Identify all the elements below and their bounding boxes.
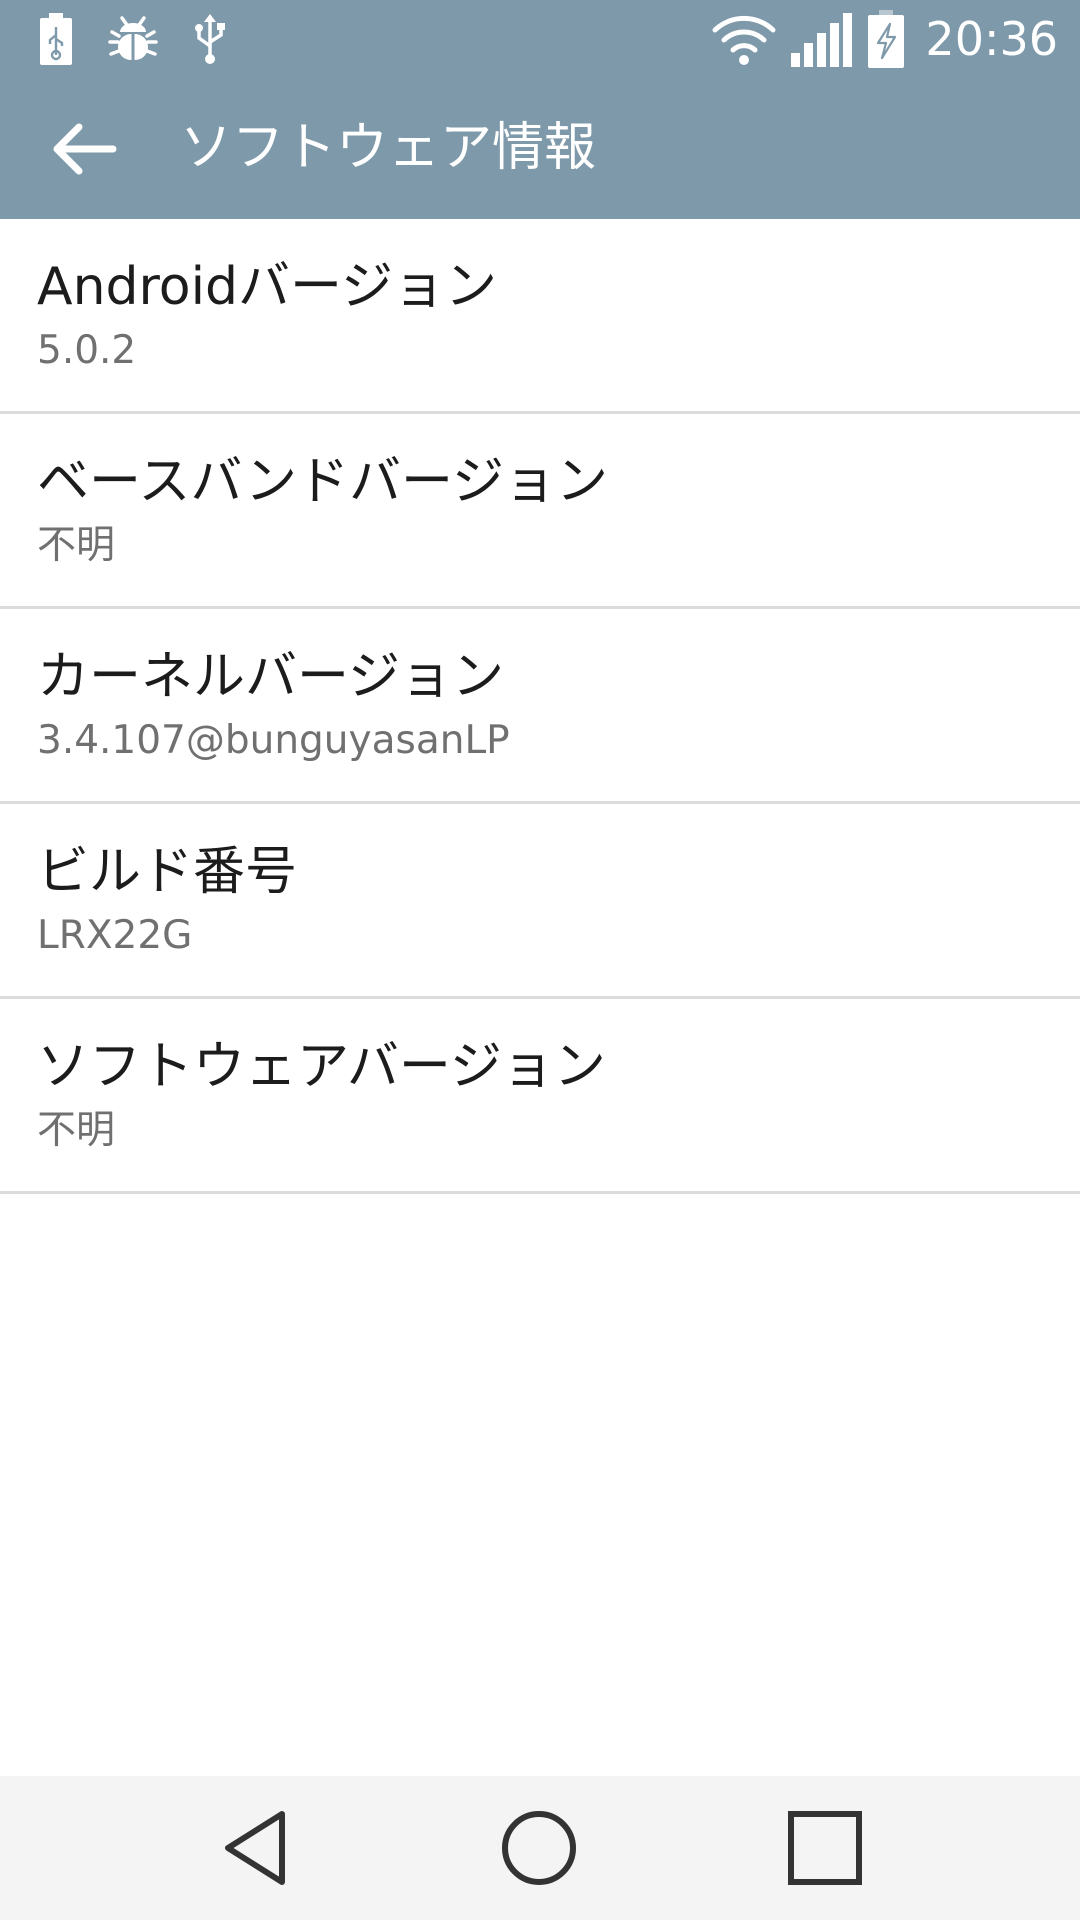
- list-item-kernel-version[interactable]: カーネルバージョン 3.4.107@bunguyasanLP: [0, 609, 1080, 804]
- software-info-list: Androidバージョン 5.0.2 ベースバンドバージョン 不明 カーネルバー…: [0, 219, 1080, 1194]
- top-bar: 20:36 ソフトウェア情報: [0, 0, 1080, 219]
- wifi-icon: [712, 15, 776, 65]
- list-item-value: LRX22G: [37, 913, 193, 958]
- list-item-title: カーネルバージョン: [37, 647, 504, 707]
- list-item-title: ベースバンドバージョン: [37, 452, 608, 512]
- settings-screen: 20:36 ソフトウェア情報 Androidバージョン 5.0.2 ベースバンド…: [0, 0, 1080, 1920]
- battery-charging-icon: [868, 10, 905, 68]
- list-item-baseband-version[interactable]: ベースバンドバージョン 不明: [0, 414, 1080, 609]
- list-item-value: 不明: [37, 523, 116, 568]
- list-item-android-version[interactable]: Androidバージョン 5.0.2: [0, 219, 1080, 414]
- bug-icon: [108, 16, 158, 60]
- list-item-title: Androidバージョン: [37, 257, 498, 317]
- nav-home-icon: [502, 1811, 576, 1885]
- page-title: ソフトウェア情報: [180, 118, 597, 178]
- nav-recents-icon: [788, 1811, 862, 1885]
- action-bar: ソフトウェア情報: [0, 78, 1080, 219]
- arrow-back-icon: [53, 123, 117, 175]
- battery-usb-icon: [40, 13, 72, 65]
- signal-icon: [791, 13, 853, 67]
- nav-back-button[interactable]: [205, 1798, 305, 1898]
- status-clock: 20:36: [925, 12, 1058, 66]
- list-item-value: 5.0.2: [37, 328, 137, 373]
- nav-recents-button[interactable]: [775, 1798, 875, 1898]
- status-bar: 20:36: [0, 0, 1080, 78]
- nav-home-button[interactable]: [489, 1798, 589, 1898]
- list-item-build-number[interactable]: ビルド番号 LRX22G: [0, 804, 1080, 999]
- back-button[interactable]: [38, 114, 128, 184]
- list-item-software-version[interactable]: ソフトウェアバージョン 不明: [0, 999, 1080, 1194]
- list-item-value: 3.4.107@bunguyasanLP: [37, 718, 510, 763]
- nav-back-icon: [225, 1811, 285, 1885]
- navigation-bar: [0, 1776, 1080, 1920]
- usb-icon: [195, 14, 225, 64]
- list-item-title: ソフトウェアバージョン: [37, 1037, 606, 1097]
- status-notification-icons: [38, 10, 228, 68]
- status-system-icons: 20:36: [711, 8, 1058, 70]
- list-item-value: 不明: [37, 1108, 116, 1153]
- list-item-title: ビルド番号: [37, 842, 298, 902]
